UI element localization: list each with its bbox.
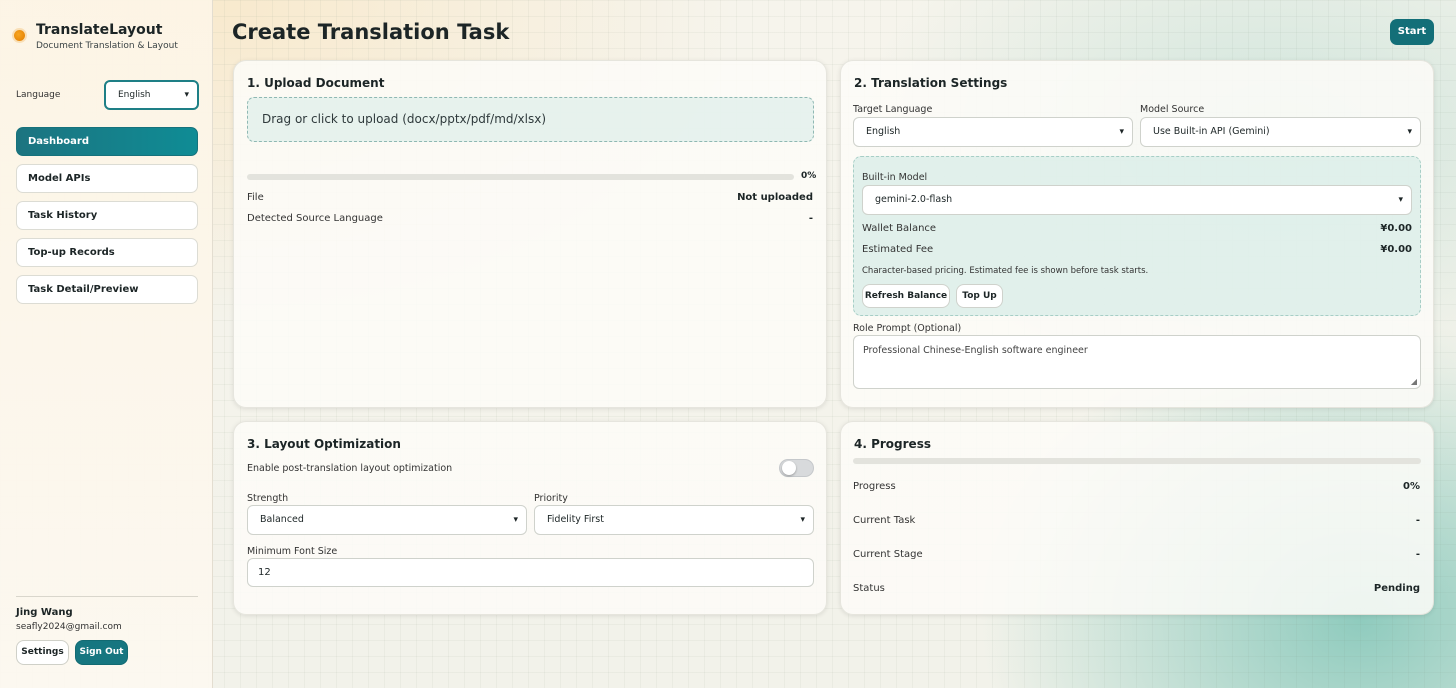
sidebar-divider <box>16 596 198 597</box>
builtin-model-value: gemini-2.0-flash <box>875 194 953 205</box>
sidebar-item-label: Task Detail/Preview <box>28 284 139 295</box>
file-value: Not uploaded <box>737 192 813 203</box>
priority-select[interactable]: Fidelity First ▾ <box>534 505 814 535</box>
min-font-size-input[interactable]: 12 <box>247 558 814 587</box>
estimated-fee-value: ¥0.00 <box>1380 244 1412 255</box>
resize-handle-icon[interactable]: ◢ <box>1411 377 1417 386</box>
top-up-button[interactable]: Top Up <box>956 284 1003 308</box>
chevron-down-icon: ▾ <box>184 90 189 100</box>
builtin-model-panel: Built-in Model gemini-2.0-flash ▾ Wallet… <box>853 156 1421 316</box>
chevron-down-icon: ▾ <box>513 515 518 525</box>
language-label: Language <box>16 90 61 100</box>
progress-card-title: 4. Progress <box>854 437 931 451</box>
model-source-label: Model Source <box>1140 104 1205 115</box>
layout-card-title: 3. Layout Optimization <box>247 437 401 451</box>
sidebar-nav: Dashboard Model APIs Task History Top-up… <box>16 127 198 312</box>
start-button[interactable]: Start <box>1390 19 1434 45</box>
sidebar-item-model-apis[interactable]: Model APIs <box>16 164 198 193</box>
chevron-down-icon: ▾ <box>800 515 805 525</box>
settings-card-title: 2. Translation Settings <box>854 76 1008 90</box>
status-value: Pending <box>1373 583 1420 594</box>
translation-settings-card: 2. Translation Settings Target Language … <box>840 60 1434 408</box>
strength-label: Strength <box>247 493 289 504</box>
sidebar-item-task-history[interactable]: Task History <box>16 201 198 230</box>
brand-subtitle: Document Translation & Layout <box>36 41 178 51</box>
upload-progress-bar <box>247 174 794 180</box>
target-language-select[interactable]: English ▾ <box>853 117 1133 147</box>
upload-card-title: 1. Upload Document <box>247 76 385 90</box>
role-prompt-placeholder: Professional Chinese-English software en… <box>863 345 1088 356</box>
status-label: Status <box>853 583 885 594</box>
progress-value: 0% <box>1403 481 1420 492</box>
wallet-balance-label: Wallet Balance <box>862 223 937 234</box>
progress-label: Progress <box>853 481 896 492</box>
user-name: Jing Wang <box>16 607 73 618</box>
priority-value: Fidelity First <box>547 514 604 525</box>
layout-enable-toggle[interactable] <box>779 459 814 477</box>
target-language-label: Target Language <box>853 104 933 115</box>
builtin-model-label: Built-in Model <box>862 172 928 183</box>
sign-out-button[interactable]: Sign Out <box>75 640 128 665</box>
sidebar-item-label: Model APIs <box>28 173 91 184</box>
upload-progress-percent: 0% <box>801 171 817 181</box>
sidebar-item-label: Task History <box>28 210 98 221</box>
sidebar: TranslateLayout Document Translation & L… <box>0 0 213 688</box>
estimated-fee-label: Estimated Fee <box>862 244 934 255</box>
strength-value: Balanced <box>260 514 304 525</box>
pricing-note: Character-based pricing. Estimated fee i… <box>862 266 1149 276</box>
language-select-value: English <box>118 90 151 100</box>
sidebar-item-label: Dashboard <box>28 136 89 147</box>
model-source-value: Use Built-in API (Gemini) <box>1153 126 1270 137</box>
current-task-label: Current Task <box>853 515 916 526</box>
refresh-balance-button[interactable]: Refresh Balance <box>862 284 950 308</box>
min-font-size-label: Minimum Font Size <box>247 546 338 557</box>
builtin-model-select[interactable]: gemini-2.0-flash ▾ <box>862 185 1412 215</box>
file-label: File <box>247 192 264 203</box>
sidebar-item-label: Top-up Records <box>28 247 115 258</box>
language-select[interactable]: English ▾ <box>104 80 199 110</box>
layout-enable-label: Enable post-translation layout optimizat… <box>247 463 453 474</box>
toggle-knob <box>782 461 796 475</box>
sidebar-item-dashboard[interactable]: Dashboard <box>16 127 198 156</box>
strength-select[interactable]: Balanced ▾ <box>247 505 527 535</box>
current-stage-value: - <box>1415 549 1420 560</box>
page-title: Create Translation Task <box>232 20 510 44</box>
brand-title: TranslateLayout <box>36 22 163 38</box>
upload-card: 1. Upload Document Drag or click to uplo… <box>233 60 827 408</box>
chevron-down-icon: ▾ <box>1398 195 1403 205</box>
user-email: seafly2024@gmail.com <box>16 622 122 632</box>
layout-optimization-card: 3. Layout Optimization Enable post-trans… <box>233 421 827 615</box>
brand-logo-icon <box>14 30 25 41</box>
role-prompt-label: Role Prompt (Optional) <box>853 323 962 334</box>
target-language-value: English <box>866 126 901 137</box>
model-source-select[interactable]: Use Built-in API (Gemini) ▾ <box>1140 117 1421 147</box>
wallet-balance-value: ¥0.00 <box>1380 223 1412 234</box>
upload-dropzone[interactable]: Drag or click to upload (docx/pptx/pdf/m… <box>247 97 814 142</box>
progress-card: 4. Progress Progress 0% Current Task - C… <box>840 421 1434 615</box>
role-prompt-input[interactable]: Professional Chinese-English software en… <box>853 335 1421 389</box>
current-stage-label: Current Stage <box>853 549 923 560</box>
current-task-value: - <box>1415 515 1420 526</box>
chevron-down-icon: ▾ <box>1119 127 1124 137</box>
sidebar-item-task-detail[interactable]: Task Detail/Preview <box>16 275 198 304</box>
sidebar-item-topup-records[interactable]: Top-up Records <box>16 238 198 267</box>
source-language-label: Detected Source Language <box>247 213 383 224</box>
task-progress-bar <box>853 458 1421 464</box>
settings-button[interactable]: Settings <box>16 640 69 665</box>
chevron-down-icon: ▾ <box>1407 127 1412 137</box>
source-language-value: - <box>808 213 813 224</box>
priority-label: Priority <box>534 493 568 504</box>
